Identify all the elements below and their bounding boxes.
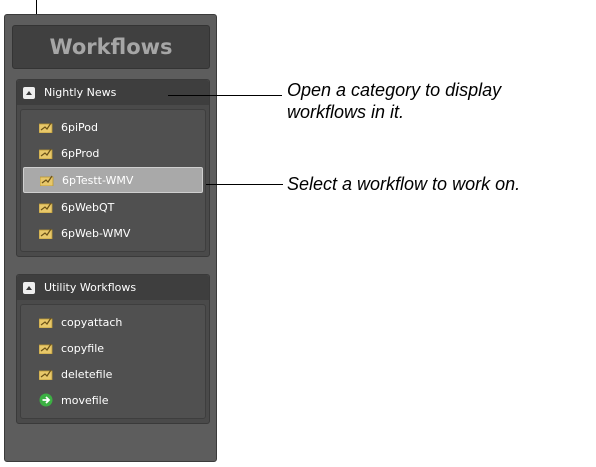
collapse-arrow-icon[interactable] <box>23 281 35 294</box>
workflows-panel: Workflows Nightly News 6piPod 6pProd 6pT… <box>4 14 217 462</box>
workflow-item-6ptestt-wmv[interactable]: 6pTestt-WMV <box>23 167 203 193</box>
panel-title: Workflows <box>12 25 210 69</box>
category-callout-line <box>168 95 282 96</box>
workflow-icon <box>39 228 53 239</box>
workflow-label: 6piPod <box>61 120 98 134</box>
category-callout-line-2: workflows in it. <box>287 102 405 122</box>
workflow-icon <box>39 317 53 328</box>
workflow-callout: Select a workflow to work on. <box>287 174 521 194</box>
category-callout-line-1: Open a category to display <box>287 80 502 100</box>
workflow-label: 6pWeb-WMV <box>61 226 131 240</box>
workflow-list: copyattach copyfile deletefile movefile <box>20 304 206 419</box>
workflow-item-6pweb-wmv[interactable]: 6pWeb-WMV <box>23 221 203 245</box>
category-utility-workflows: Utility Workflows copyattach copyfile de… <box>16 274 210 424</box>
collapse-arrow-icon[interactable] <box>23 86 35 99</box>
workflow-icon <box>40 175 54 186</box>
workflow-label: copyattach <box>61 315 123 329</box>
workflow-label: movefile <box>61 393 109 407</box>
category-nightly-news: Nightly News 6piPod 6pProd 6pTestt-WMV 6… <box>16 79 210 257</box>
workflow-icon <box>39 202 53 213</box>
workflow-item-6pwebqt[interactable]: 6pWebQT <box>23 195 203 219</box>
workflow-icon <box>39 148 53 159</box>
workflow-label: deletefile <box>61 367 113 381</box>
workflow-list: 6piPod 6pProd 6pTestt-WMV 6pWebQT 6pWeb-… <box>20 109 206 252</box>
workflow-icon <box>39 369 53 380</box>
workflow-item-copyattach[interactable]: copyattach <box>23 310 203 334</box>
green-arrow-icon <box>39 393 53 407</box>
workflow-item-6pprod[interactable]: 6pProd <box>23 141 203 165</box>
workflow-item-6pipod[interactable]: 6piPod <box>23 115 203 139</box>
workflow-icon <box>39 122 53 133</box>
workflow-item-copyfile[interactable]: copyfile <box>23 336 203 360</box>
category-header-nightly-news[interactable]: Nightly News <box>17 80 209 105</box>
category-callout: Open a category to display workflows in … <box>287 79 501 123</box>
category-label: Utility Workflows <box>44 281 137 294</box>
category-header-utility-workflows[interactable]: Utility Workflows <box>17 275 209 300</box>
workflow-callout-line <box>206 184 283 185</box>
workflow-label: 6pWebQT <box>61 200 115 214</box>
workflow-item-deletefile[interactable]: deletefile <box>23 362 203 386</box>
workflow-label: 6pTestt-WMV <box>62 173 134 187</box>
workflow-icon <box>39 343 53 354</box>
category-label: Nightly News <box>44 86 117 99</box>
workflow-label: copyfile <box>61 341 105 355</box>
workflow-item-movefile[interactable]: movefile <box>23 388 203 412</box>
workflow-label: 6pProd <box>61 146 100 160</box>
